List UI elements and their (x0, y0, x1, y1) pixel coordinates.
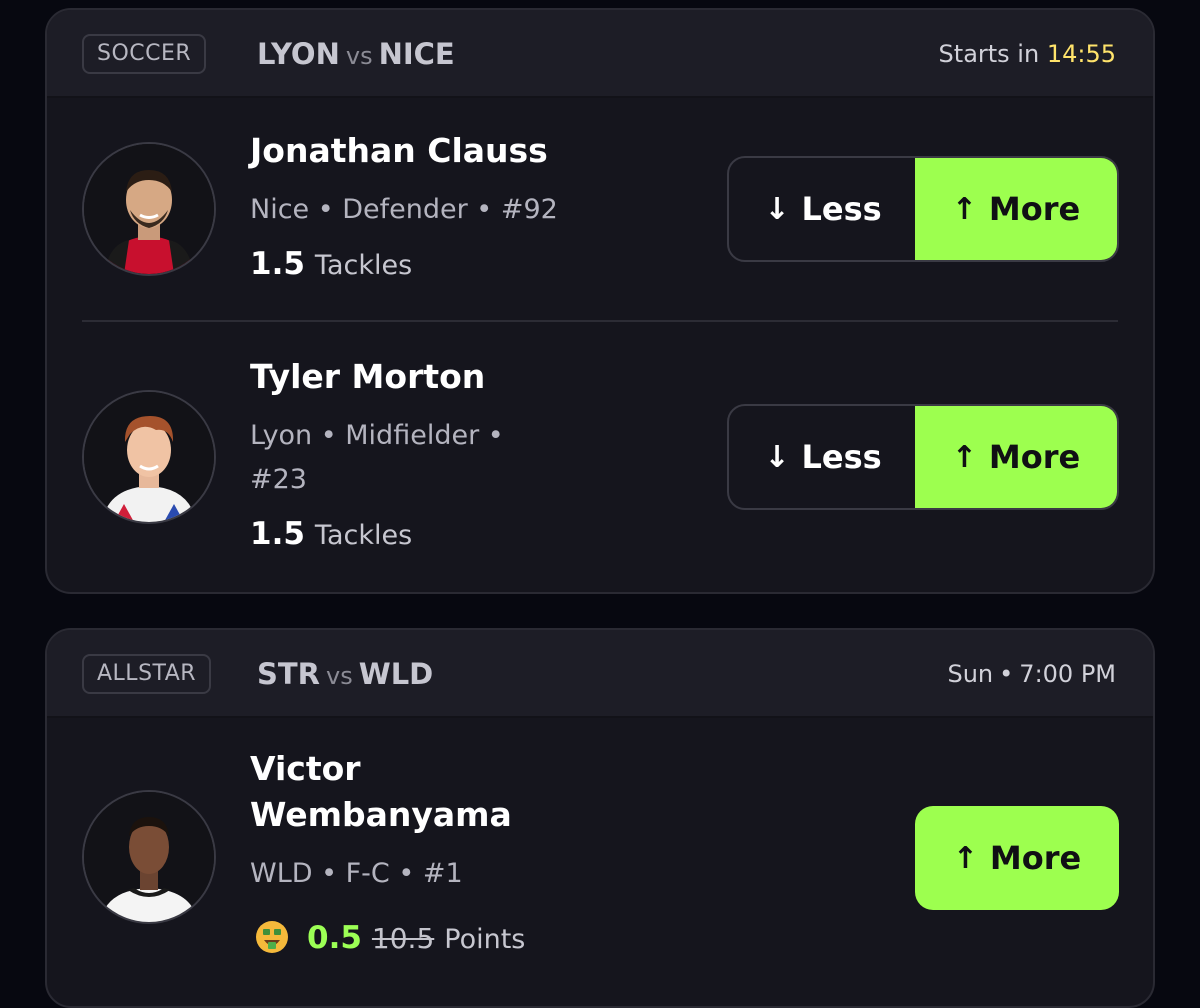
arrow-down-icon: ↓ (764, 439, 790, 475)
separator-dot: • (999, 660, 1014, 688)
team-a: LYON (257, 37, 340, 71)
less-button[interactable]: ↓ Less (729, 406, 917, 508)
stat-line: 0.5 10.5 Points (255, 918, 525, 960)
money-mouth-face-icon (256, 921, 288, 953)
more-button[interactable]: ↑ More (915, 406, 1117, 508)
more-label: More (988, 438, 1081, 476)
team-b: NICE (378, 37, 455, 71)
player-meta: Lyon • Midfielder • (250, 420, 504, 451)
stat-name: Points (444, 924, 526, 955)
arrow-down-icon: ↓ (764, 191, 790, 227)
start-countdown: Starts in 14:55 (939, 38, 1116, 70)
arrow-up-icon: ↑ (952, 840, 978, 876)
team-b: WLD (358, 657, 434, 691)
more-label: More (988, 190, 1081, 228)
player-meta: Nice • Defender • #92 (250, 194, 558, 225)
player-name-last: Wembanyama (250, 795, 512, 834)
avatar-image-clauss (84, 144, 214, 274)
start-clock: 7:00 PM (1019, 660, 1116, 688)
team-a: STR (257, 657, 320, 691)
arrow-up-icon: ↑ (951, 191, 977, 227)
starts-label: Starts in (938, 40, 1040, 68)
less-label: Less (801, 190, 882, 228)
matchup-title: STR vs WLD (257, 656, 433, 694)
stat-line: 1.5 Tackles (250, 244, 412, 286)
player-avatar[interactable] (82, 390, 216, 524)
line-value: 1.5 (250, 516, 305, 552)
countdown-time: 14:55 (1046, 40, 1116, 68)
less-label: Less (801, 438, 882, 476)
more-button[interactable]: ↑ More (915, 806, 1119, 910)
player-name: Jonathan Clauss (250, 131, 548, 170)
start-time: Sun • 7:00 PM (947, 658, 1116, 690)
player-avatar[interactable] (82, 142, 216, 276)
avatar-image-wembanyama (84, 792, 214, 922)
stat-name: Tackles (314, 520, 413, 551)
matchup-title: LYON vs NICE (257, 36, 455, 74)
vs-label: vs (345, 42, 373, 70)
less-more-toggle: ↓ Less ↑ More (727, 404, 1119, 510)
match-card-str-wld: ALLSTAR STR vs WLD Sun • 7:00 PM Victor Wemb… (45, 628, 1155, 1008)
player-name-first: Victor (250, 749, 361, 788)
vs-label: vs (326, 662, 353, 690)
match-card-lyon-nice: SOCCER LYON vs NICE Starts in 14:55 Jonath… (45, 8, 1155, 594)
avatar-image-morton (84, 392, 214, 522)
more-label: More (989, 839, 1082, 877)
stat-line: 1.5 Tackles (250, 514, 412, 556)
promo-line-value: 0.5 (307, 920, 362, 956)
player-avatar[interactable] (82, 790, 216, 924)
player-meta-number: #23 (250, 464, 307, 495)
player-meta: WLD • F-C • #1 (250, 858, 463, 889)
less-button[interactable]: ↓ Less (729, 158, 917, 260)
sport-tag: SOCCER (82, 34, 207, 74)
arrow-up-icon: ↑ (951, 439, 977, 475)
sport-tag: ALLSTAR (82, 654, 212, 694)
more-button[interactable]: ↑ More (915, 158, 1117, 260)
match-header: ALLSTAR STR vs WLD Sun • 7:00 PM (47, 630, 1153, 718)
row-divider (82, 320, 1118, 322)
match-header: SOCCER LYON vs NICE Starts in 14:55 (47, 10, 1153, 98)
player-name: Tyler Morton (250, 357, 486, 396)
line-value: 1.5 (250, 246, 305, 282)
start-day: Sun (947, 660, 994, 688)
stat-name: Tackles (314, 250, 413, 281)
less-more-toggle: ↓ Less ↑ More (727, 156, 1119, 262)
original-line-value: 10.5 (371, 922, 435, 955)
